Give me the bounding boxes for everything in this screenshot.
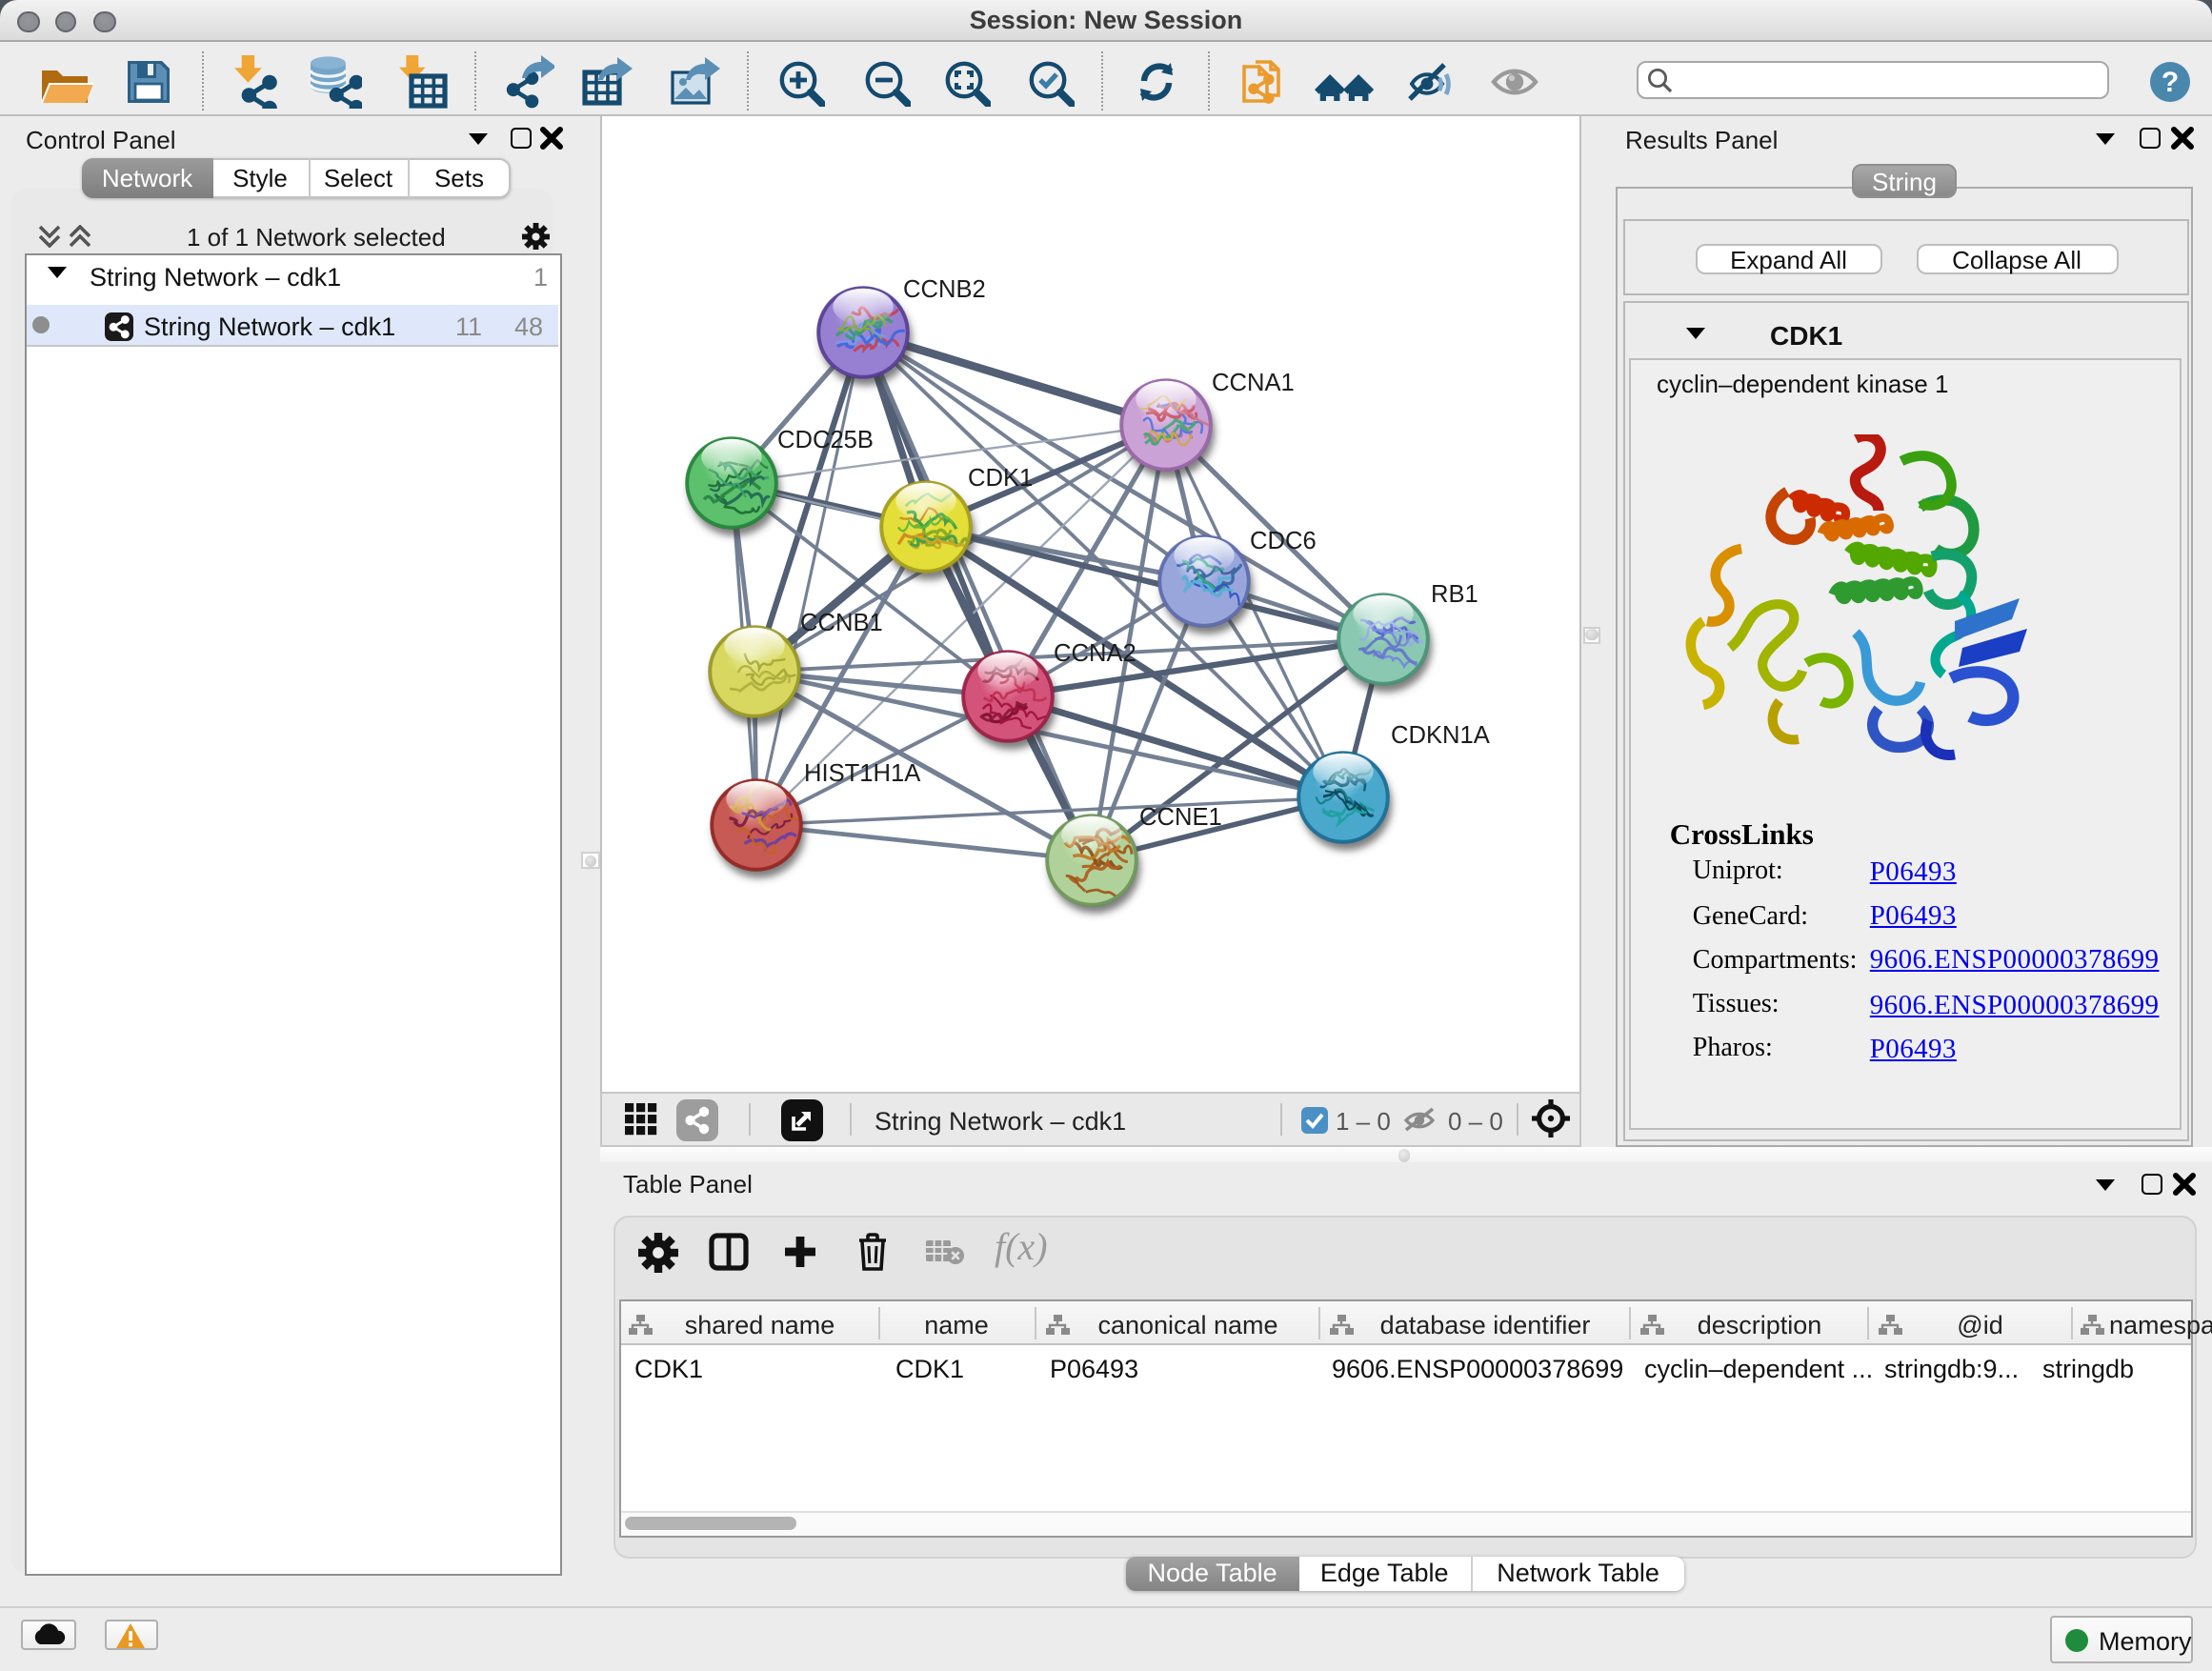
- svg-text:HIST1H1A: HIST1H1A: [804, 760, 921, 787]
- svg-text:CDK1: CDK1: [968, 465, 1033, 492]
- svg-text:CCNA1: CCNA1: [1212, 370, 1295, 396]
- svg-text:CCNB1: CCNB1: [800, 610, 883, 636]
- svg-text:CDC25B: CDC25B: [777, 427, 874, 453]
- svg-text:CDC6: CDC6: [1250, 528, 1317, 554]
- svg-text:?: ?: [2161, 67, 2178, 98]
- svg-text:CCNE1: CCNE1: [1139, 804, 1222, 831]
- svg-text:RB1: RB1: [1431, 581, 1478, 608]
- svg-text:CDKN1A: CDKN1A: [1391, 722, 1491, 749]
- svg-text:CCNB2: CCNB2: [903, 276, 986, 303]
- svg-text:CCNA2: CCNA2: [1054, 640, 1136, 667]
